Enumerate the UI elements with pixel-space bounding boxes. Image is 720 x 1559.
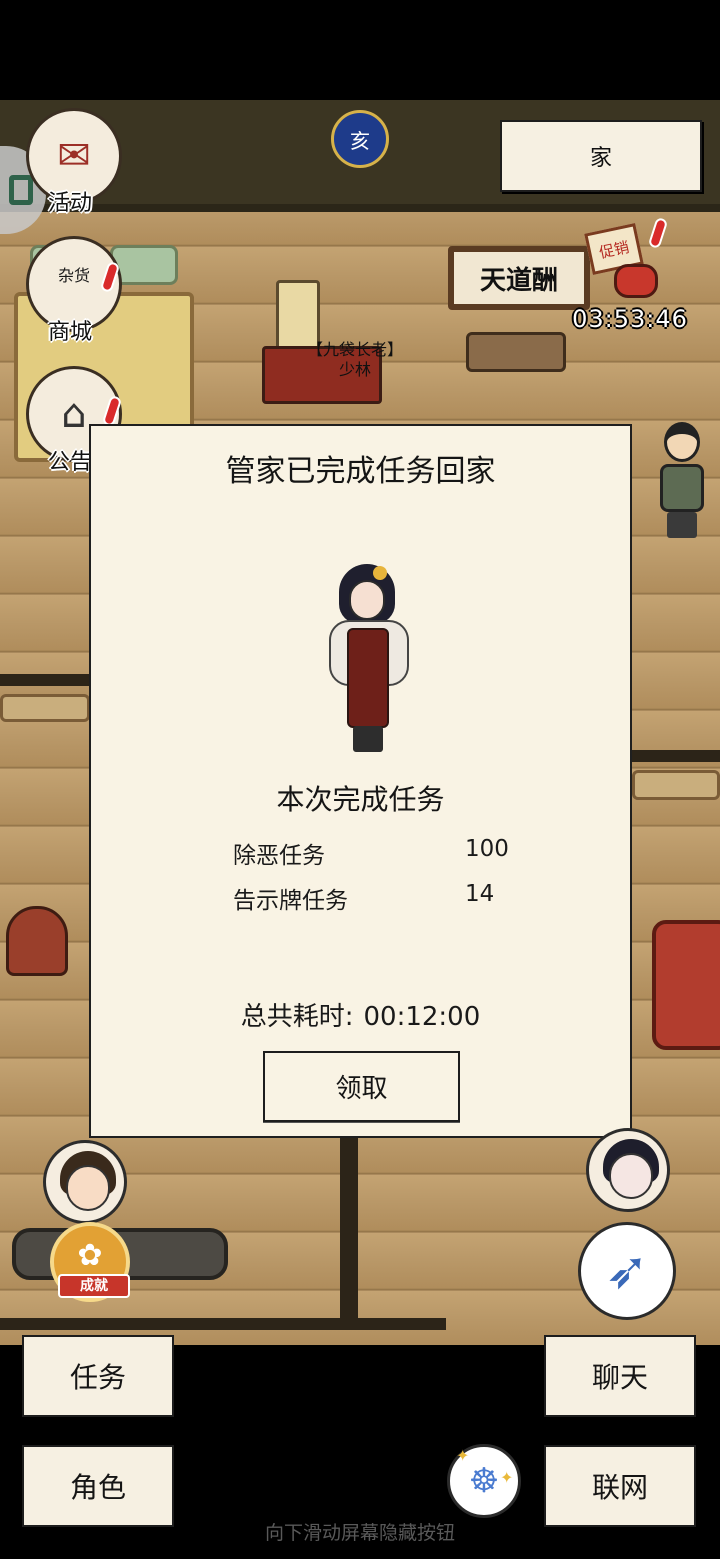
scroll-icon: ✉ [57, 133, 91, 179]
room-rug [0, 694, 90, 722]
npc-head [664, 422, 700, 462]
npc-body [660, 464, 704, 512]
butler-legs [353, 726, 383, 752]
character-button[interactable]: 角色 [22, 1445, 174, 1527]
runner-icon: ➶ [605, 1241, 649, 1301]
butler-avatar[interactable] [586, 1128, 670, 1212]
total-time-label: 总共耗时: [240, 1002, 354, 1032]
activity-label: 活动 [48, 191, 93, 216]
player-avatar[interactable] [43, 1140, 127, 1224]
notice-label: 公告 [48, 450, 93, 475]
achievement-button[interactable]: ✿ 成就 [50, 1222, 130, 1302]
low-table [466, 332, 566, 372]
dialog-title: 管家已完成任务回家 [225, 454, 496, 489]
task-row: 告示牌任务 14 [233, 881, 513, 915]
shop-stall-icon: 杂货 [57, 266, 90, 285]
task-complete-dialog: 管家已完成任务回家 本次完成任务 除恶任务 100 告示牌任务 14 总共耗时:… [89, 424, 632, 1138]
task-row: 除恶任务 100 [233, 836, 513, 870]
floor-beam [0, 1318, 446, 1330]
total-time: 总共耗时: 00:12:00 [91, 996, 630, 1033]
avatar-face [66, 1165, 110, 1211]
sparkle-icon: ✦ [456, 1446, 470, 1465]
npc-name-label[interactable]: 【九袋长老】 少林 [290, 340, 420, 380]
task-name: 除恶任务 [233, 843, 325, 869]
floor-beam [0, 674, 100, 686]
round-stool [6, 906, 68, 976]
task-count: 14 [465, 881, 495, 907]
sparkle-icon: ✦ [500, 1468, 514, 1487]
app-icon [9, 175, 33, 205]
flower-icon: ✿ [77, 1237, 103, 1273]
avatar-face [609, 1153, 653, 1199]
task-count: 100 [465, 836, 509, 862]
hide-buttons-hint: 向下滑动屏幕隐藏按钮 [264, 1522, 455, 1544]
room-rug [632, 770, 720, 800]
shop-label: 商城 [48, 320, 93, 345]
home-button[interactable]: 家 [500, 120, 702, 192]
npc-legs [667, 512, 697, 538]
task-button[interactable]: 任务 [22, 1335, 174, 1417]
floor-beam [632, 750, 720, 762]
npc-name: 少林 [338, 360, 371, 379]
red-sofa [652, 920, 720, 1050]
network-button[interactable]: 联网 [544, 1445, 696, 1527]
pillar [340, 1138, 358, 1328]
npc-boy[interactable] [656, 422, 708, 542]
task-name: 告示牌任务 [233, 888, 348, 914]
run-button[interactable]: ➶ [578, 1222, 676, 1320]
top-black-bar [0, 0, 720, 100]
calligraphy-sign: 天道酬 [448, 246, 590, 310]
chat-button[interactable]: 聊天 [544, 1335, 696, 1417]
achievement-label: 成就 [58, 1274, 130, 1298]
butler-character [325, 564, 411, 754]
time-badge-text: 亥 [350, 128, 370, 153]
notice-board-icon: ⌂ [61, 391, 87, 437]
time-of-day-icon[interactable]: 亥 [331, 110, 389, 168]
claim-button[interactable]: 领取 [263, 1051, 460, 1122]
hair-ornament [373, 566, 387, 580]
gift-bag-icon [614, 264, 658, 298]
qipao-dress [347, 628, 389, 728]
butler-face [349, 580, 385, 620]
npc-title: 【九袋长老】 [306, 340, 403, 359]
completed-tasks-title: 本次完成任务 [276, 783, 445, 816]
meditation-icon: ☸ [468, 1461, 500, 1501]
total-time-value: 00:12:00 [363, 1002, 481, 1032]
promo-timer: 03:53:46 [572, 305, 688, 333]
